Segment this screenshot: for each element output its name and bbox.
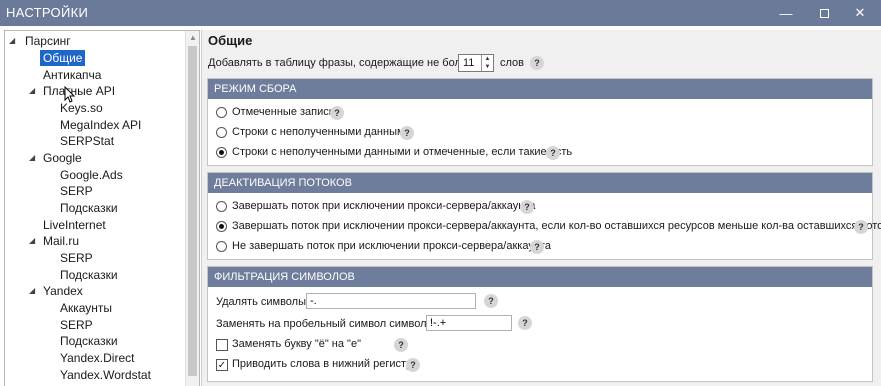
symbol-filter-group: ФИЛЬТРАЦИЯ СИМВОЛОВ Удалять символы: ? З… xyxy=(207,266,873,382)
help-icon[interactable]: ? xyxy=(484,294,498,308)
tree-item-label: SERP xyxy=(60,318,93,332)
tree-item-label: Google xyxy=(43,151,82,165)
replace-yo-checkbox[interactable] xyxy=(216,339,228,351)
help-icon[interactable]: ? xyxy=(406,358,420,372)
window-title: НАСТРОЙКИ xyxy=(6,5,89,20)
maximize-icon xyxy=(819,8,829,18)
collect-mode-option-missing-and-marked[interactable]: Строки с неполученными данными и отмечен… xyxy=(208,145,872,161)
radio-button-selected[interactable] xyxy=(216,221,227,232)
close-button[interactable]: ✕ xyxy=(842,0,878,26)
help-icon[interactable]: ? xyxy=(330,106,344,120)
close-icon: ✕ xyxy=(854,5,866,20)
tree-item-label: Парсинг xyxy=(25,34,71,48)
help-icon[interactable]: ? xyxy=(400,126,414,140)
add-phrases-label: Добавлять в таблицу фразы, содержащие не… xyxy=(208,57,474,69)
option-label: Завершать поток при исключении прокси-се… xyxy=(232,220,881,232)
settings-content: Общие Добавлять в таблицу фразы, содержа… xyxy=(201,30,881,386)
help-icon[interactable]: ? xyxy=(520,200,534,214)
tree-item-label: Подсказки xyxy=(60,268,118,282)
tree-scrollbar[interactable]: ▲ xyxy=(185,31,199,386)
stepper-down-icon[interactable]: ▼ xyxy=(482,63,493,71)
lowercase-checkbox[interactable]: ✓ xyxy=(216,359,228,371)
expanded-arrow-icon[interactable]: ◢ xyxy=(29,283,39,299)
help-icon[interactable]: ? xyxy=(530,56,544,70)
tree-item-label: Mail.ru xyxy=(43,234,80,248)
option-label: Строки с неполученными данными xyxy=(232,126,411,138)
tree-item-label: SERP xyxy=(60,251,93,265)
tree-item-label: Подсказки xyxy=(60,334,118,348)
collect-mode-group: РЕЖИМ СБОРА Отмеченные записи ? Строки с… xyxy=(207,78,873,166)
minimize-icon: — xyxy=(779,5,793,21)
expanded-arrow-icon[interactable]: ◢ xyxy=(29,150,39,166)
replace-symbols-input[interactable] xyxy=(426,315,512,331)
tree-item-label: SERP xyxy=(60,184,93,198)
expanded-arrow-icon[interactable]: ◢ xyxy=(29,233,39,249)
expanded-arrow-icon[interactable]: ◢ xyxy=(9,33,19,49)
add-phrases-row: Добавлять в таблицу фразы, содержащие не… xyxy=(208,54,868,72)
tree-item-label: MegaIndex API xyxy=(60,118,142,132)
mouse-pointer-icon xyxy=(64,86,76,103)
tree-item-label: Yandex.Wordstat xyxy=(60,368,151,382)
settings-tree: ◢ Парсинг Общие Антикапча ◢ Платные API … xyxy=(4,30,200,386)
tree-item-label: Подсказки xyxy=(60,201,118,215)
thread-option-finish[interactable]: Завершать поток при исключении прокси-се… xyxy=(208,199,872,215)
scroll-up-arrow-icon[interactable]: ▲ xyxy=(188,33,198,43)
tree-item-label: Общие xyxy=(40,50,86,66)
help-icon[interactable]: ? xyxy=(854,220,868,234)
lowercase-option[interactable]: ✓ Приводить слова в нижний регистр ? xyxy=(208,357,872,373)
option-label: Завершать поток при исключении прокси-се… xyxy=(232,200,536,212)
maximize-button[interactable] xyxy=(806,0,842,26)
radio-button[interactable] xyxy=(216,107,227,118)
option-label: Заменять букву "ё" на "е" xyxy=(232,338,361,350)
word-limit-stepper[interactable]: 11 ▲ ▼ xyxy=(458,54,494,72)
minimize-button[interactable]: — xyxy=(768,0,804,26)
thread-deactivation-header: ДЕАКТИВАЦИЯ ПОТОКОВ xyxy=(208,173,872,193)
expanded-arrow-icon[interactable]: ◢ xyxy=(29,83,39,99)
option-label: Строки с неполученными данными и отмечен… xyxy=(232,146,573,158)
symbol-filter-header: ФИЛЬТРАЦИЯ СИМВОЛОВ xyxy=(208,267,872,287)
tree-item-label: Антикапча xyxy=(43,68,102,82)
thread-deactivation-group: ДЕАКТИВАЦИЯ ПОТОКОВ Завершать поток при … xyxy=(207,172,881,260)
tree-item-label: Платные API xyxy=(43,84,116,98)
window-titlebar: НАСТРОЙКИ — ✕ xyxy=(0,0,881,26)
help-icon[interactable]: ? xyxy=(394,338,408,352)
replace-symbols-label: Заменять на пробельный символ символы: xyxy=(216,318,438,330)
option-label: Отмеченные записи xyxy=(232,106,335,118)
thread-option-finish-if-fewer[interactable]: Завершать поток при исключении прокси-се… xyxy=(208,219,881,235)
stepper-buttons[interactable]: ▲ ▼ xyxy=(481,55,493,71)
help-icon[interactable]: ? xyxy=(546,146,560,160)
option-label: Приводить слова в нижний регистр xyxy=(232,358,413,370)
collect-mode-option-missing-data[interactable]: Строки с неполученными данными ? xyxy=(208,125,872,141)
remove-symbols-label: Удалять символы: xyxy=(216,296,310,308)
tree-item-label: Google.Ads xyxy=(60,168,123,182)
help-icon[interactable]: ? xyxy=(530,240,544,254)
collect-mode-option-marked[interactable]: Отмеченные записи ? xyxy=(208,105,872,121)
tree-item-label: SERPStat xyxy=(60,134,115,148)
option-label: Не завершать поток при исключении прокси… xyxy=(232,240,551,252)
radio-button-selected[interactable] xyxy=(216,147,227,158)
collect-mode-header: РЕЖИМ СБОРА xyxy=(208,79,872,99)
thread-option-do-not-finish[interactable]: Не завершать поток при исключении прокси… xyxy=(208,239,872,255)
radio-button[interactable] xyxy=(216,241,227,252)
stepper-up-icon[interactable]: ▲ xyxy=(482,55,493,63)
remove-symbols-input[interactable] xyxy=(306,293,476,309)
scrollbar-thumb[interactable] xyxy=(188,46,197,376)
add-phrases-unit: слов xyxy=(500,57,525,69)
word-limit-value[interactable]: 11 xyxy=(463,57,474,69)
radio-button[interactable] xyxy=(216,127,227,138)
tree-item-label: LiveInternet xyxy=(43,218,106,232)
tree-item-label: Аккаунты xyxy=(60,301,113,315)
replace-yo-option[interactable]: Заменять букву "ё" на "е" ? xyxy=(208,337,872,353)
tree-item-label: Yandex xyxy=(43,284,83,298)
tree-item-label: Yandex.Direct xyxy=(60,351,135,365)
help-icon[interactable]: ? xyxy=(518,316,532,330)
page-title: Общие xyxy=(208,33,253,48)
radio-button[interactable] xyxy=(216,201,227,212)
